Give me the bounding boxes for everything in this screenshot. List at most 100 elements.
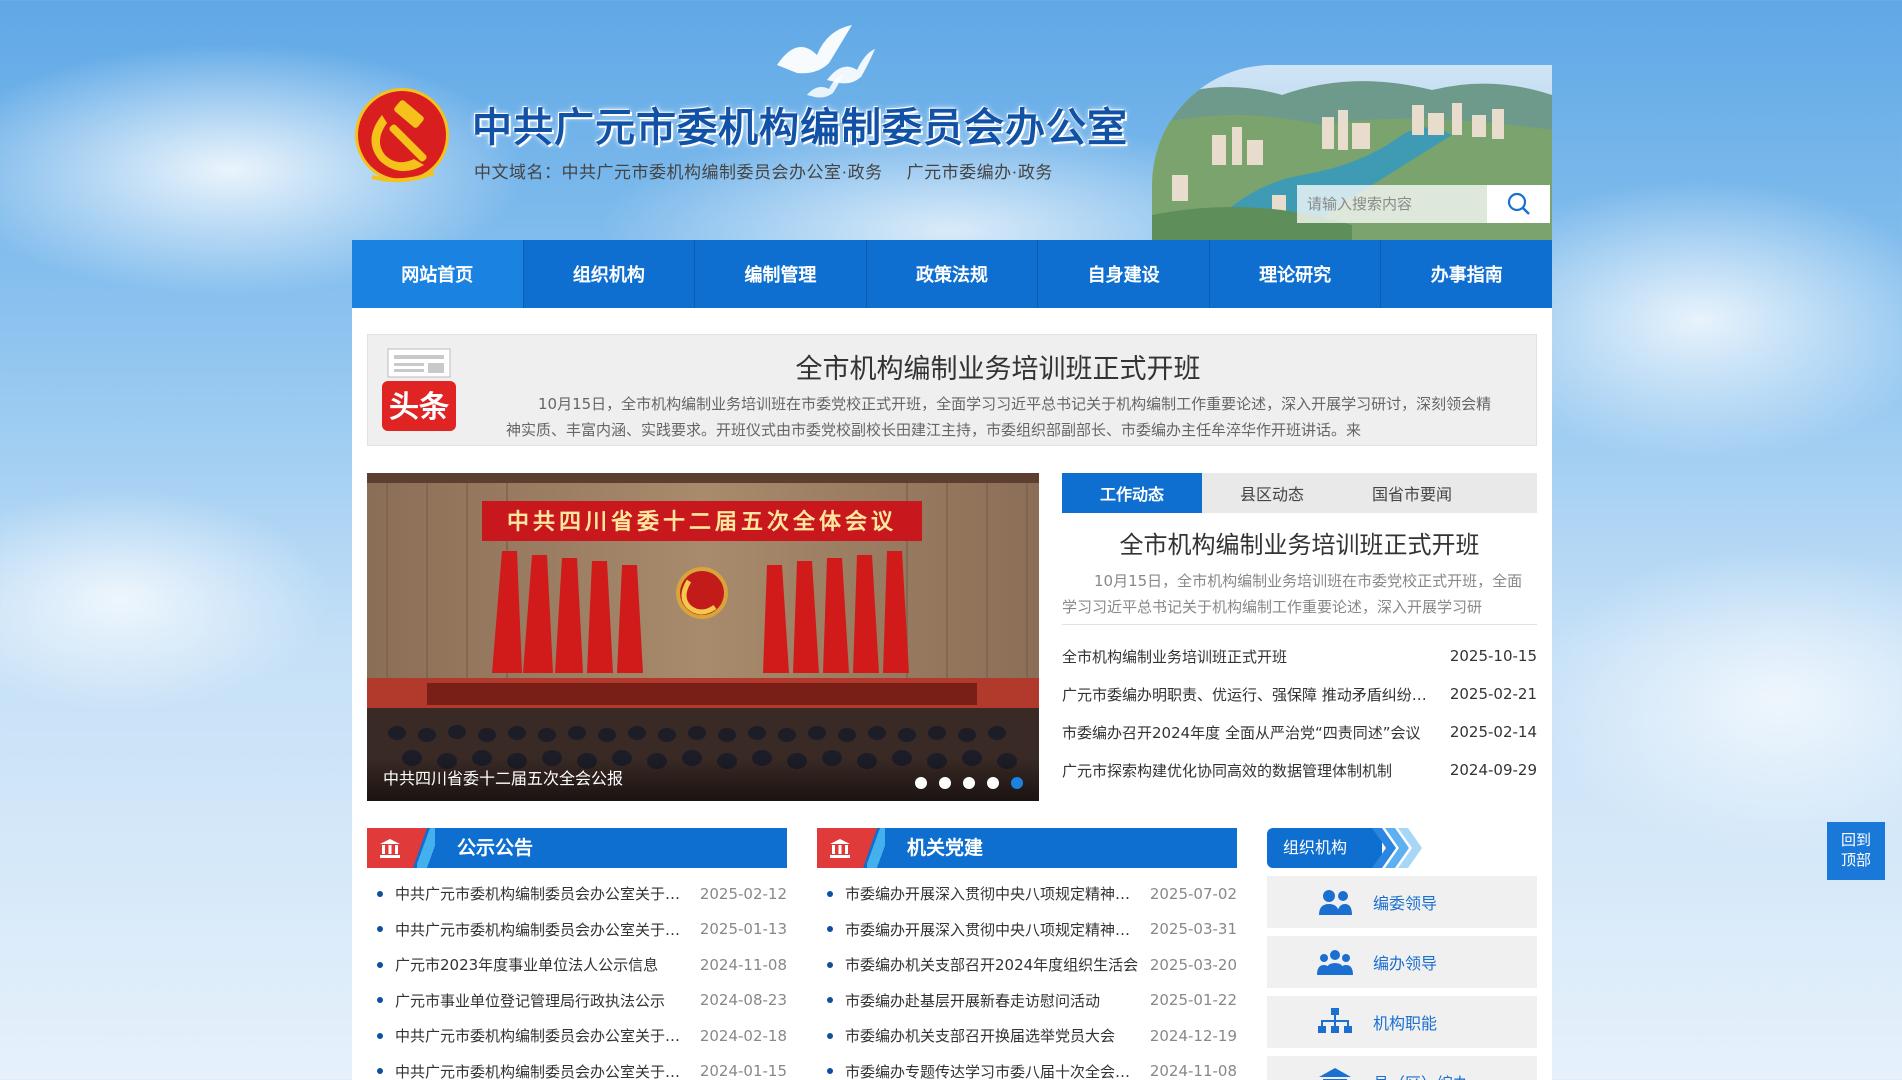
main-content: 头条 全市机构编制业务培训班正式开班 10月15日，全市机构编制业务培训班在市委… xyxy=(352,308,1552,1080)
list-item[interactable]: 广元市2023年度事业单位法人公示信息 2024-11-08 xyxy=(367,947,787,983)
main-nav: 网站首页 组织机构 编制管理 政策法规 自身建设 理论研究 办事指南 xyxy=(352,240,1552,308)
nav-home[interactable]: 网站首页 xyxy=(352,240,524,308)
tab-work-updates[interactable]: 工作动态 xyxy=(1062,473,1202,513)
headline-badge-icon: 头条 xyxy=(382,348,456,431)
list-item[interactable]: 中共广元市委机构编制委员会办公室关于公示的公告 2024-02-18 xyxy=(367,1018,787,1054)
news-title: 市委编办召开2024年度 全面从严治党“四责同述”会议 xyxy=(1062,723,1421,742)
item-date: 2024-11-08 xyxy=(699,955,787,974)
org-item-label: 县（区）编办 xyxy=(1373,1070,1469,1080)
headline-banner[interactable]: 头条 全市机构编制业务培训班正式开班 10月15日，全市机构编制业务培训班在市委… xyxy=(367,334,1537,446)
list-item[interactable]: 中共广元市委机构编制委员会办公室关于公示的公告 2025-01-13 xyxy=(367,912,787,948)
item-date: 2025-03-20 xyxy=(1149,955,1237,974)
nav-self-building[interactable]: 自身建设 xyxy=(1038,240,1210,308)
nav-organization[interactable]: 组织机构 xyxy=(524,240,696,308)
item-title: 市委编办专题传达学习市委八届十次全会精神 xyxy=(845,1062,1140,1080)
domain-label: 中文域名：中共广元市委机构编制委员会办公室·政务 xyxy=(474,163,883,182)
carousel-image: 中共四川省委十二届五次全体会议 xyxy=(367,473,1039,801)
org-item-label: 机构职能 xyxy=(1373,1014,1438,1033)
news-feature-title[interactable]: 全市机构编制业务培训班正式开班 xyxy=(1062,525,1537,560)
search-button[interactable] xyxy=(1487,185,1550,223)
news-feature-summary: 10月15日，全市机构编制业务培训班在市委党校正式开班，全面学习习近平总书记关于… xyxy=(1062,568,1537,625)
list-item[interactable]: 市委编办开展深入贯彻中央八项规定精神学习教育 2025-03-31 xyxy=(817,912,1237,948)
list-item[interactable]: 广元市委编办明职责、优运行、强保障 推动矛盾纠纷多元化解 2025-02-21 xyxy=(1062,675,1537,713)
org-title[interactable]: 组织机构 xyxy=(1267,828,1382,868)
item-title: 市委编办开展深入贯彻中央八项规定精神学习教育 xyxy=(845,885,1140,904)
government-building-icon xyxy=(380,839,400,858)
nav-staffing[interactable]: 编制管理 xyxy=(695,240,867,308)
carousel-dot[interactable] xyxy=(915,777,927,789)
search-icon xyxy=(1507,192,1530,215)
carousel-dot[interactable] xyxy=(963,777,975,789)
news-list: 全市机构编制业务培训班正式开班 2025-10-15 广元市委编办明职责、优运行、… xyxy=(1062,637,1537,789)
org-item-label: 编委领导 xyxy=(1373,894,1438,913)
chevron-right-icon xyxy=(1398,828,1422,868)
news-date: 2025-02-14 xyxy=(1449,723,1537,741)
bullet-icon xyxy=(827,1032,833,1039)
news-panel: 工作动态 县区动态 国省市要闻 全市机构编制业务培训班正式开班 10月15日，全… xyxy=(1062,473,1537,803)
headline-title[interactable]: 全市机构编制业务培训班正式开班 xyxy=(478,347,1518,386)
list-item[interactable]: 全市机构编制业务培训班正式开班 2025-10-15 xyxy=(1062,637,1537,675)
party-header: 机关党建 xyxy=(817,828,1237,868)
carousel-dot[interactable] xyxy=(939,777,951,789)
org-item-functions[interactable]: 机构职能 xyxy=(1267,996,1537,1048)
bullet-icon xyxy=(827,961,833,968)
photo-carousel[interactable]: 中共四川省委十二届五次全体会议 中共四川省委十二届五次全会公报 xyxy=(367,473,1039,801)
party-section: 机关党建 市委编办开展深入贯彻中央八项规定精神学习教育 2025-07-02 市委… xyxy=(817,828,1237,1080)
tab-national-news[interactable]: 国省市要闻 xyxy=(1342,473,1482,513)
item-date: 2025-07-02 xyxy=(1149,884,1237,903)
org-item-label: 编办领导 xyxy=(1373,954,1438,973)
item-title: 广元市事业单位登记管理局行政执法公示 xyxy=(395,991,666,1010)
org-chart-icon xyxy=(1318,1008,1352,1033)
search-box xyxy=(1297,185,1550,223)
tab-county-updates[interactable]: 县区动态 xyxy=(1202,473,1342,513)
notice-header: 公示公告 xyxy=(367,828,787,868)
notice-section: 公示公告 中共广元市委机构编制委员会办公室关于公示的公告 2025-02-12 中… xyxy=(367,828,787,1080)
carousel-dots xyxy=(915,777,1023,789)
back-to-top-line2: 顶部 xyxy=(1840,851,1871,869)
item-title: 市委编办开展深入贯彻中央八项规定精神学习教育 xyxy=(845,920,1140,939)
carousel-dot-active[interactable] xyxy=(1011,777,1023,789)
carousel-dot[interactable] xyxy=(987,777,999,789)
org-item-county-offices[interactable]: 县（区）编办 xyxy=(1267,1056,1537,1080)
news-date: 2025-10-15 xyxy=(1449,647,1537,665)
news-tabs: 工作动态 县区动态 国省市要闻 xyxy=(1062,473,1537,513)
list-item[interactable]: 中共广元市委机构编制委员会办公室关于公示的公告 2024-01-15 xyxy=(367,1054,787,1080)
team-icon xyxy=(1317,950,1353,975)
list-item[interactable]: 市委编办机关支部召开换届选举党员大会 2024-12-19 xyxy=(817,1018,1237,1054)
list-item[interactable]: 广元市探索构建优化协同高效的数据管理体制机制 2024-09-29 xyxy=(1062,751,1537,789)
bullet-icon xyxy=(377,926,383,933)
building-icon xyxy=(1319,1068,1351,1080)
government-building-icon xyxy=(830,839,850,858)
site-header: 中共广元市委机构编制委员会办公室 中文域名：中共广元市委机构编制委员会办公室·政… xyxy=(352,0,1552,245)
search-input[interactable] xyxy=(1297,185,1487,223)
notice-header-icon-box xyxy=(367,828,413,868)
item-title: 市委编办机关支部召开2024年度组织生活会 xyxy=(845,956,1139,975)
notice-title[interactable]: 公示公告 xyxy=(457,828,533,868)
party-title[interactable]: 机关党建 xyxy=(907,828,983,868)
org-item-committee-leaders[interactable]: 编委领导 xyxy=(1267,876,1537,928)
carousel-banner-text: 中共四川省委十二届五次全体会议 xyxy=(507,509,897,535)
item-title: 中共广元市委机构编制委员会办公室关于公示的公告 xyxy=(395,1027,690,1046)
news-title: 全市机构编制业务培训班正式开班 xyxy=(1062,647,1288,666)
list-item[interactable]: 市委编办赴基层开展新春走访慰问活动 2025-01-22 xyxy=(817,983,1237,1019)
org-item-office-leaders[interactable]: 编办领导 xyxy=(1267,936,1537,988)
nav-policy[interactable]: 政策法规 xyxy=(867,240,1039,308)
list-item[interactable]: 市委编办开展深入贯彻中央八项规定精神学习教育 2025-07-02 xyxy=(817,876,1237,912)
news-date: 2025-02-21 xyxy=(1449,685,1537,703)
domain-line: 中文域名：中共广元市委机构编制委员会办公室·政务 广元市委编办·政务 xyxy=(474,158,1053,183)
back-to-top-button[interactable]: 回到 顶部 xyxy=(1827,822,1885,880)
header-decoration xyxy=(417,828,435,868)
bullet-icon xyxy=(827,926,833,933)
list-item[interactable]: 中共广元市委机构编制委员会办公室关于公示的公告 2025-02-12 xyxy=(367,876,787,912)
bullet-icon xyxy=(377,1032,383,1039)
nav-research[interactable]: 理论研究 xyxy=(1210,240,1382,308)
list-item[interactable]: 广元市事业单位登记管理局行政执法公示 2024-08-23 xyxy=(367,983,787,1019)
nav-guide[interactable]: 办事指南 xyxy=(1381,240,1552,308)
bullet-icon xyxy=(377,890,383,897)
bullet-icon xyxy=(827,1068,833,1075)
list-item[interactable]: 市委编办召开2024年度 全面从严治党“四责同述”会议 2025-02-14 xyxy=(1062,713,1537,751)
news-date: 2024-09-29 xyxy=(1449,761,1537,779)
list-item[interactable]: 市委编办机关支部召开2024年度组织生活会 2025-03-20 xyxy=(817,947,1237,983)
list-item[interactable]: 市委编办专题传达学习市委八届十次全会精神 2024-11-08 xyxy=(817,1054,1237,1080)
bullet-icon xyxy=(827,890,833,897)
